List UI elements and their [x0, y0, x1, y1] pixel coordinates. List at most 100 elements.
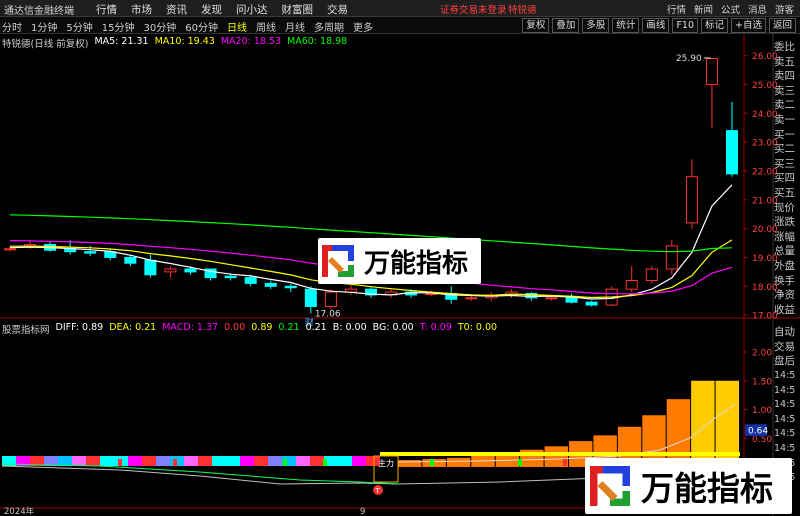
- signal-arrow: [323, 459, 327, 466]
- macd-value: MACD: 1.37: [162, 322, 219, 333]
- candle-body: [545, 297, 558, 300]
- quote-label-2: 自动: [774, 326, 795, 339]
- quote-label: 卖二: [774, 99, 795, 112]
- quote-label: 买四: [774, 172, 795, 185]
- tick-time: 14:5: [774, 370, 796, 382]
- x-axis-month: 9: [360, 507, 365, 516]
- t-value: T: 0.09: [419, 322, 452, 333]
- signal-arrow: [518, 459, 522, 466]
- candle-body: [144, 259, 157, 276]
- signal-ribbon: [338, 456, 352, 466]
- tick-time: 14:5: [774, 428, 796, 440]
- sub-info-line: 股票指标网 DIFF: 0.89 DEA: 0.21 MACD: 1.37 0.…: [2, 322, 497, 336]
- signal-ribbon: [58, 456, 72, 466]
- sub-axis-label: 1.00: [752, 406, 772, 416]
- t-signal-label: T: [375, 487, 381, 495]
- quote-label: 涨跌: [774, 216, 795, 229]
- quote-gap: [774, 317, 800, 325]
- macd-bar: [422, 458, 446, 467]
- candle-body: [324, 291, 337, 307]
- signal-arrow: [283, 459, 287, 466]
- candle-body: [224, 275, 237, 279]
- candle-body: [685, 176, 698, 224]
- quote-column: 委比 卖五 卖四 卖三 卖二 卖一 买一 买二 买三 买四 买五 现价 涨跌 涨幅 总量 外盘 换手 净资 收益 自动…: [774, 40, 800, 486]
- candle-body: [585, 301, 598, 306]
- quote-label: 卖三: [774, 84, 795, 97]
- signal-ribbon: [86, 456, 100, 466]
- quote-label: 卖四: [774, 70, 795, 83]
- sub-axis-label: 1.50: [752, 377, 772, 387]
- ma5-value: MA5: 21.31: [94, 36, 149, 47]
- candle-body: [184, 268, 197, 273]
- candle-body: [264, 282, 277, 287]
- quote-label: 买五: [774, 186, 795, 199]
- sub-value-3: 0.21: [278, 322, 300, 333]
- signal-ribbon: [240, 456, 254, 466]
- candle-body: [665, 245, 678, 270]
- candle-body: [625, 280, 638, 290]
- candle-body: [645, 268, 658, 282]
- quote-label: 换手: [774, 274, 795, 287]
- logo-mark-icon-bottom: [587, 463, 633, 509]
- quote-label: 现价: [774, 201, 795, 214]
- quote-label: 买二: [774, 143, 795, 156]
- quote-label: 净资: [774, 289, 795, 302]
- x-axis-year: 2024年: [4, 506, 35, 516]
- candle-body: [244, 277, 257, 284]
- quote-label-2: 盘后: [774, 355, 795, 368]
- signal-ribbon: [198, 456, 212, 466]
- candle-body: [164, 268, 177, 273]
- diff-value: DIFF: 0.89: [55, 322, 104, 333]
- signal-ribbon: [268, 456, 282, 466]
- signal-arrow: [563, 459, 567, 466]
- signal-arrow: [173, 459, 177, 466]
- signal-ribbon: [142, 456, 156, 466]
- watermark-logo-center: 万能指标: [318, 238, 481, 284]
- quote-label-2: 交易: [774, 340, 795, 353]
- candle-body: [726, 130, 738, 175]
- signal-ribbon: [226, 456, 240, 466]
- watermark-text-bottom: 万能指标: [641, 469, 773, 508]
- signal-ribbon: [352, 456, 366, 466]
- signal-ribbon: [72, 456, 86, 466]
- candle-body: [4, 248, 16, 251]
- bg-value: BG: 0.00: [372, 322, 414, 333]
- quote-label: 收益: [774, 303, 795, 316]
- candle-body: [124, 256, 137, 264]
- quote-label: 涨幅: [774, 230, 795, 243]
- quote-label: 卖五: [774, 55, 795, 68]
- macd-bar: [398, 460, 422, 467]
- signal-arrow: [430, 459, 434, 466]
- sub-value-2: 0.89: [251, 322, 273, 333]
- chart-title: 特锐德(日线 前复权): [2, 39, 89, 50]
- main-info-line: 特锐德(日线 前复权) MA5: 21.31 MA10: 19.43 MA20:…: [2, 36, 347, 50]
- tick-time: 14:5: [774, 443, 796, 455]
- quote-label: 买一: [774, 128, 795, 141]
- dea-value: DEA: 0.21: [109, 322, 157, 333]
- candle-body: [84, 251, 97, 254]
- logo-mark-icon: [320, 243, 356, 279]
- signal-box-label: 主力: [378, 458, 394, 468]
- ma60-value: MA60: 18.98: [287, 36, 348, 47]
- signal-ribbon: [212, 456, 226, 466]
- candle-body: [465, 297, 478, 300]
- quote-label: 外盘: [774, 259, 795, 272]
- t0-value: T0: 0.00: [457, 322, 498, 333]
- signal-line: [1, 463, 401, 485]
- high-price-label: 25.90: [676, 54, 702, 64]
- signal-arrow: [118, 459, 122, 466]
- signal-ribbon: [156, 456, 170, 466]
- macd-bar: [446, 457, 471, 467]
- macd-bar: [666, 399, 691, 467]
- watermark-logo-bottom: 万能指标: [585, 458, 792, 514]
- indicator-name[interactable]: 股票指标网: [2, 322, 50, 336]
- tick-time: 14:5: [774, 399, 796, 411]
- sub-value-1: 0.00: [224, 322, 246, 333]
- b-value: B: 0.00: [332, 322, 367, 333]
- sub-axis-label: 2.00: [752, 349, 772, 359]
- tick-time: 14:5: [774, 384, 796, 396]
- signal-ribbon: [100, 456, 114, 466]
- quote-label: 卖一: [774, 113, 795, 126]
- candle-body: [284, 285, 297, 289]
- signal-ribbon: [184, 456, 198, 466]
